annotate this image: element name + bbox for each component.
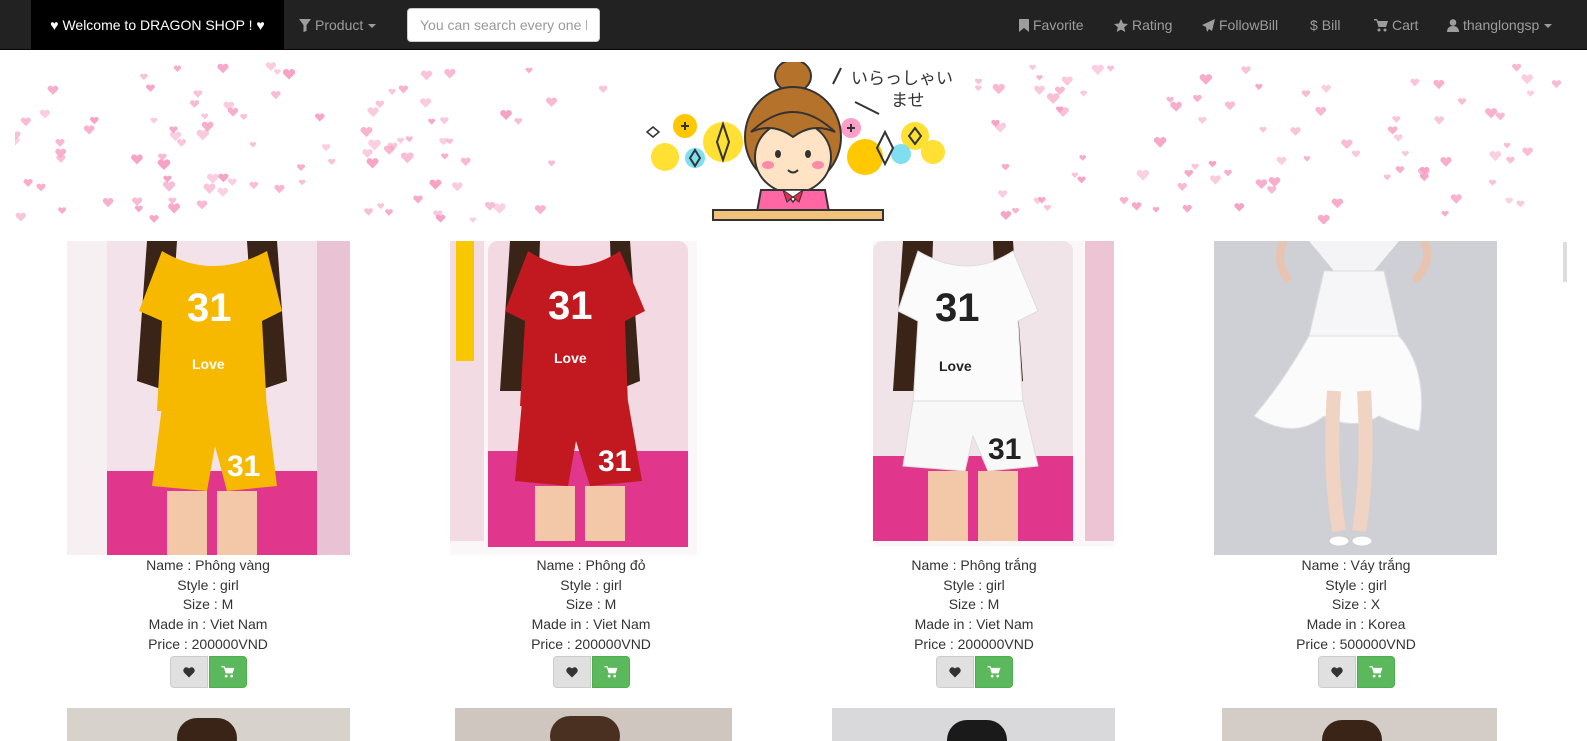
nav-favorite[interactable]: Favorite xyxy=(1019,0,1084,50)
heart-icon xyxy=(948,667,961,678)
user-menu[interactable]: thanglongsp xyxy=(1447,0,1553,50)
svg-text:31: 31 xyxy=(548,284,593,328)
top-navbar: ♥ Welcome to DRAGON SHOP ! ♥ Product Fav… xyxy=(0,0,1587,50)
chevron-down-icon xyxy=(1544,24,1553,29)
product-card: 31 Love 31 Name : Phông trắng Style : gi… xyxy=(824,241,1124,701)
product-style: Style : girl xyxy=(1325,576,1387,593)
product-info: Name : Phông đỏ Style : girl Size : M Ma… xyxy=(441,556,741,655)
product-origin: Made in : Viet Nam xyxy=(531,616,651,633)
product-image-row2-2[interactable] xyxy=(455,708,732,741)
product-image-white[interactable]: 31 Love 31 xyxy=(873,241,1114,546)
search-input[interactable] xyxy=(407,8,600,42)
nav-bill-label: Bill xyxy=(1321,17,1341,33)
product-info: Name : Phông vàng Style : girl Size : M … xyxy=(58,556,358,655)
svg-text:Love: Love xyxy=(192,356,225,372)
product-image-row2-4[interactable] xyxy=(1222,708,1497,741)
product-actions xyxy=(58,656,358,688)
product-name: Name : Váy trắng xyxy=(1301,557,1411,573)
product-origin: Made in : Viet Nam xyxy=(148,616,268,633)
nav-followbill[interactable]: FollowBill xyxy=(1202,0,1278,50)
heart-icon xyxy=(565,667,578,678)
add-to-cart-button[interactable] xyxy=(591,656,630,688)
product-image-red[interactable]: 31 Love 31 xyxy=(450,241,697,555)
svg-text:31: 31 xyxy=(227,450,260,483)
product-price: Price : 200000VND xyxy=(531,635,651,652)
chevron-down-icon xyxy=(368,24,377,29)
product-price: Price : 500000VND xyxy=(1296,635,1416,652)
user-icon xyxy=(1447,19,1459,32)
nav-rating-label: Rating xyxy=(1132,17,1173,33)
product-style: Style : girl xyxy=(943,576,1005,593)
product-menu-label: Product xyxy=(315,17,364,33)
product-size: Size : M xyxy=(948,596,1000,613)
svg-text:Love: Love xyxy=(939,358,972,374)
product-image-dress[interactable] xyxy=(1214,241,1497,555)
product-actions xyxy=(441,656,741,688)
heart-icon xyxy=(182,667,195,678)
user-menu-label: thanglongsp xyxy=(1463,17,1540,33)
product-size: Size : X xyxy=(1331,596,1381,613)
product-image-row2-3[interactable] xyxy=(832,708,1115,741)
product-name: Name : Phông trắng xyxy=(911,557,1037,573)
add-favorite-button[interactable] xyxy=(935,656,974,688)
svg-text:31: 31 xyxy=(187,286,232,330)
cart-icon xyxy=(1369,666,1382,678)
product-size: Size : M xyxy=(565,596,617,613)
product-style: Style : girl xyxy=(177,576,239,593)
svg-text:31: 31 xyxy=(988,433,1021,466)
product-image-row2-1[interactable] xyxy=(67,708,350,741)
cart-icon xyxy=(604,666,617,678)
svg-text:Love: Love xyxy=(554,350,587,366)
product-price: Price : 200000VND xyxy=(914,635,1034,652)
welcome-banner: いらっしゃい ませ xyxy=(15,62,1570,224)
star-icon xyxy=(1114,19,1128,32)
cart-icon xyxy=(1374,19,1388,32)
product-dropdown[interactable]: Product xyxy=(299,0,377,50)
add-favorite-button[interactable] xyxy=(169,656,208,688)
product-name: Name : Phông vàng xyxy=(146,557,270,573)
product-card: 31 Love 31 Name : Phông vàng Style : gir… xyxy=(58,241,358,701)
nav-favorite-label: Favorite xyxy=(1033,17,1084,33)
heart-icon xyxy=(1330,667,1343,678)
product-card: 31 Love 31 Name : Phông đỏ Style : girl … xyxy=(441,241,741,701)
scrollbar-thumb[interactable] xyxy=(1563,242,1567,282)
svg-text:31: 31 xyxy=(935,286,980,330)
shopkeeper-illustration: いらっしゃい ませ xyxy=(645,62,953,221)
cart-icon xyxy=(987,666,1000,678)
greeting-text: いらっしゃい xyxy=(851,69,953,89)
product-actions xyxy=(824,656,1124,688)
add-to-cart-button[interactable] xyxy=(974,656,1013,688)
brand-link[interactable]: ♥ Welcome to DRAGON SHOP ! ♥ xyxy=(31,0,284,50)
product-origin: Made in : Korea xyxy=(1306,616,1406,633)
add-to-cart-button[interactable] xyxy=(1356,656,1395,688)
nav-cart-label: Cart xyxy=(1392,17,1419,33)
dollar-icon: $ xyxy=(1310,17,1318,33)
product-info: Name : Phông trắng Style : girl Size : M… xyxy=(824,556,1124,655)
product-actions xyxy=(1206,656,1506,688)
bookmark-icon xyxy=(1019,19,1029,32)
product-image-yellow[interactable]: 31 Love 31 xyxy=(67,241,350,555)
add-favorite-button[interactable] xyxy=(1317,656,1356,688)
nav-rating[interactable]: Rating xyxy=(1114,0,1172,50)
send-icon xyxy=(1202,19,1215,32)
product-size: Size : M xyxy=(182,596,234,613)
cart-icon xyxy=(221,666,234,678)
nav-bill[interactable]: $ Bill xyxy=(1310,0,1340,50)
product-style: Style : girl xyxy=(560,576,622,593)
add-favorite-button[interactable] xyxy=(552,656,591,688)
product-origin: Made in : Viet Nam xyxy=(914,616,1034,633)
nav-followbill-label: FollowBill xyxy=(1219,17,1279,33)
nav-cart[interactable]: Cart xyxy=(1374,0,1418,50)
product-info: Name : Váy trắng Style : girl Size : X M… xyxy=(1206,556,1506,655)
svg-text:ませ: ませ xyxy=(891,91,925,111)
filter-icon xyxy=(299,19,311,32)
product-name: Name : Phông đỏ xyxy=(536,557,646,573)
product-price: Price : 200000VND xyxy=(148,635,268,652)
svg-text:31: 31 xyxy=(598,445,631,478)
product-card: Name : Váy trắng Style : girl Size : X M… xyxy=(1206,241,1506,701)
add-to-cart-button[interactable] xyxy=(208,656,247,688)
